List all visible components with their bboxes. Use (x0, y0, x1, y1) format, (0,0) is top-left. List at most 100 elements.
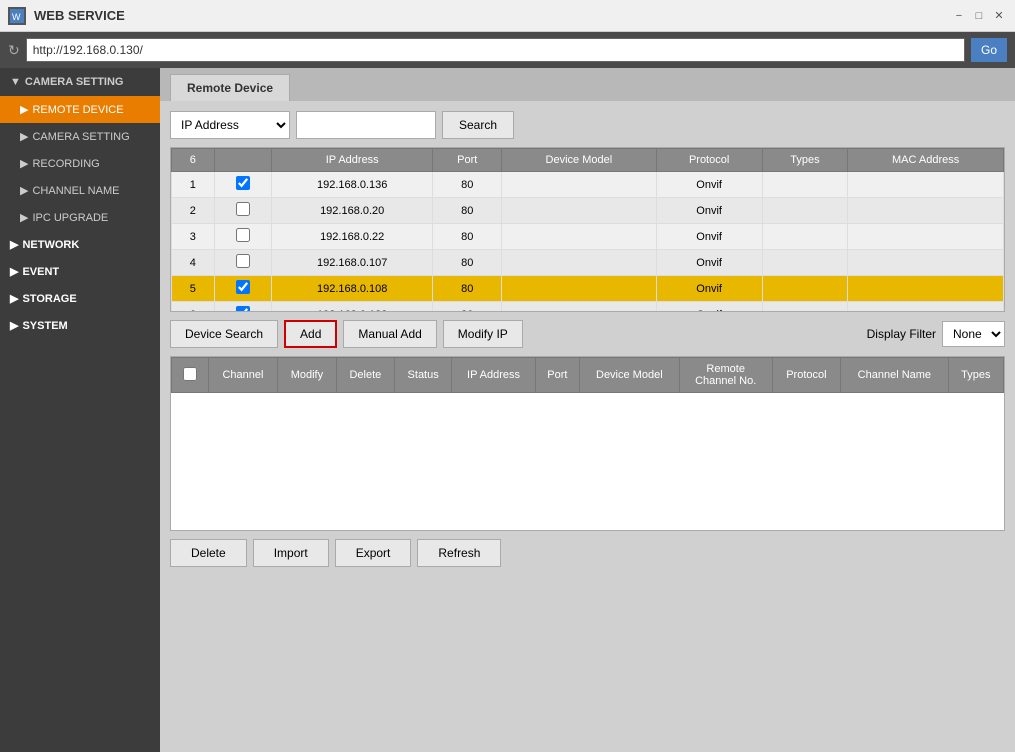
sidebar-arrow-icon: ▶ (20, 211, 28, 224)
row-mac (848, 224, 1004, 250)
content-panel: IP Address Device Model Protocol Search … (160, 101, 1015, 577)
delete-button[interactable]: Delete (170, 539, 247, 567)
sidebar-item-camera-setting[interactable]: ▶ CAMERA SETTING (0, 123, 160, 150)
bottom-row: Delete Import Export Refresh (170, 539, 1005, 567)
row-model (502, 276, 657, 302)
url-input[interactable] (26, 38, 965, 62)
row-port: 80 (433, 224, 502, 250)
row-types (762, 224, 848, 250)
row-protocol: Onvif (656, 198, 762, 224)
row-model (502, 302, 657, 313)
row-protocol: Onvif (656, 302, 762, 313)
restore-button[interactable]: □ (971, 8, 987, 24)
row-model (502, 224, 657, 250)
row-protocol: Onvif (656, 250, 762, 276)
table-row[interactable]: 6 192.168.0.183 80 Onvif (172, 302, 1004, 313)
row-port: 80 (433, 198, 502, 224)
row-num: 5 (172, 276, 215, 302)
ch-col-channel: Channel (208, 358, 277, 393)
sidebar-item-system[interactable]: ▶ SYSTEM (0, 312, 160, 339)
export-button[interactable]: Export (335, 539, 412, 567)
sidebar-arrow-icon: ▼ (10, 76, 21, 88)
row-mac (848, 276, 1004, 302)
sidebar-item-storage[interactable]: ▶ STORAGE (0, 285, 160, 312)
row-types (762, 198, 848, 224)
row-types (762, 302, 848, 313)
main-layout: ▼ CAMERA SETTING ▶ REMOTE DEVICE ▶ CAMER… (0, 68, 1015, 752)
ch-col-ip: IP Address (452, 358, 535, 393)
row-checkbox[interactable] (214, 302, 271, 313)
row-port: 80 (433, 276, 502, 302)
ch-col-status: Status (394, 358, 451, 393)
row-ip: 192.168.0.136 (271, 172, 432, 198)
sidebar-item-remote-device[interactable]: ▶ REMOTE DEVICE (0, 96, 160, 123)
filter-input[interactable] (296, 111, 436, 139)
table-row[interactable]: 2 192.168.0.20 80 Onvif (172, 198, 1004, 224)
refresh-button[interactable]: Refresh (417, 539, 501, 567)
tab-header: Remote Device (160, 68, 1015, 101)
sidebar-item-network[interactable]: ▶ NETWORK (0, 231, 160, 258)
row-mac (848, 172, 1004, 198)
row-mac (848, 198, 1004, 224)
manual-add-button[interactable]: Manual Add (343, 320, 436, 348)
sidebar: ▼ CAMERA SETTING ▶ REMOTE DEVICE ▶ CAMER… (0, 68, 160, 752)
sidebar-item-channel-name[interactable]: ▶ CHANNEL NAME (0, 177, 160, 204)
window-controls: − □ ✕ (951, 8, 1007, 24)
row-model (502, 172, 657, 198)
row-checkbox[interactable] (214, 250, 271, 276)
modify-ip-button[interactable]: Modify IP (443, 320, 523, 348)
sidebar-item-event[interactable]: ▶ EVENT (0, 258, 160, 285)
row-mac (848, 250, 1004, 276)
title-bar: W WEB SERVICE − □ ✕ (0, 0, 1015, 32)
search-button[interactable]: Search (442, 111, 514, 139)
row-num: 6 (172, 302, 215, 313)
action-row: Device Search Add Manual Add Modify IP D… (170, 320, 1005, 348)
close-button[interactable]: ✕ (991, 8, 1007, 24)
display-filter-select[interactable]: None All (942, 321, 1005, 347)
sidebar-arrow-icon: ▶ (10, 238, 18, 251)
device-table: 6 IP Address Port Device Model Protocol … (171, 148, 1004, 312)
device-table-container: 6 IP Address Port Device Model Protocol … (170, 147, 1005, 312)
table-row[interactable]: 1 192.168.0.136 80 Onvif (172, 172, 1004, 198)
ch-col-port: Port (535, 358, 579, 393)
col-model: Device Model (502, 149, 657, 172)
ch-col-modify: Modify (277, 358, 336, 393)
row-protocol: Onvif (656, 276, 762, 302)
row-ip: 192.168.0.20 (271, 198, 432, 224)
sidebar-item-ipc-upgrade[interactable]: ▶ IPC UPGRADE (0, 204, 160, 231)
row-port: 80 (433, 250, 502, 276)
minimize-button[interactable]: − (951, 8, 967, 24)
col-ip: IP Address (271, 149, 432, 172)
refresh-icon[interactable]: ↻ (8, 42, 20, 59)
tab-remote-device[interactable]: Remote Device (170, 74, 290, 101)
content-area: Remote Device IP Address Device Model Pr… (160, 68, 1015, 752)
row-checkbox[interactable] (214, 224, 271, 250)
row-mac (848, 302, 1004, 313)
filter-row: IP Address Device Model Protocol Search (170, 111, 1005, 139)
channel-select-all[interactable] (183, 367, 197, 381)
sidebar-section-header: ▼ CAMERA SETTING (0, 68, 160, 96)
add-button[interactable]: Add (284, 320, 337, 348)
col-protocol: Protocol (656, 149, 762, 172)
row-checkbox[interactable] (214, 172, 271, 198)
go-button[interactable]: Go (971, 38, 1007, 62)
sidebar-arrow-icon: ▶ (20, 184, 28, 197)
row-model (502, 198, 657, 224)
filter-select[interactable]: IP Address Device Model Protocol (170, 111, 290, 139)
row-checkbox[interactable] (214, 198, 271, 224)
sidebar-arrow-icon: ▶ (10, 292, 18, 305)
table-row[interactable]: 3 192.168.0.22 80 Onvif (172, 224, 1004, 250)
table-row[interactable]: 4 192.168.0.107 80 Onvif (172, 250, 1004, 276)
table-row[interactable]: 5 192.168.0.108 80 Onvif (172, 276, 1004, 302)
row-port: 80 (433, 302, 502, 313)
row-checkbox[interactable] (214, 276, 271, 302)
sidebar-item-recording[interactable]: ▶ RECORDING (0, 150, 160, 177)
sidebar-arrow-icon: ▶ (20, 130, 28, 143)
import-button[interactable]: Import (253, 539, 329, 567)
col-num: 6 (172, 149, 215, 172)
ch-col-checkbox (172, 358, 209, 393)
sidebar-arrow-icon: ▶ (10, 265, 18, 278)
col-types: Types (762, 149, 848, 172)
device-search-button[interactable]: Device Search (170, 320, 278, 348)
app-icon: W (8, 7, 26, 25)
